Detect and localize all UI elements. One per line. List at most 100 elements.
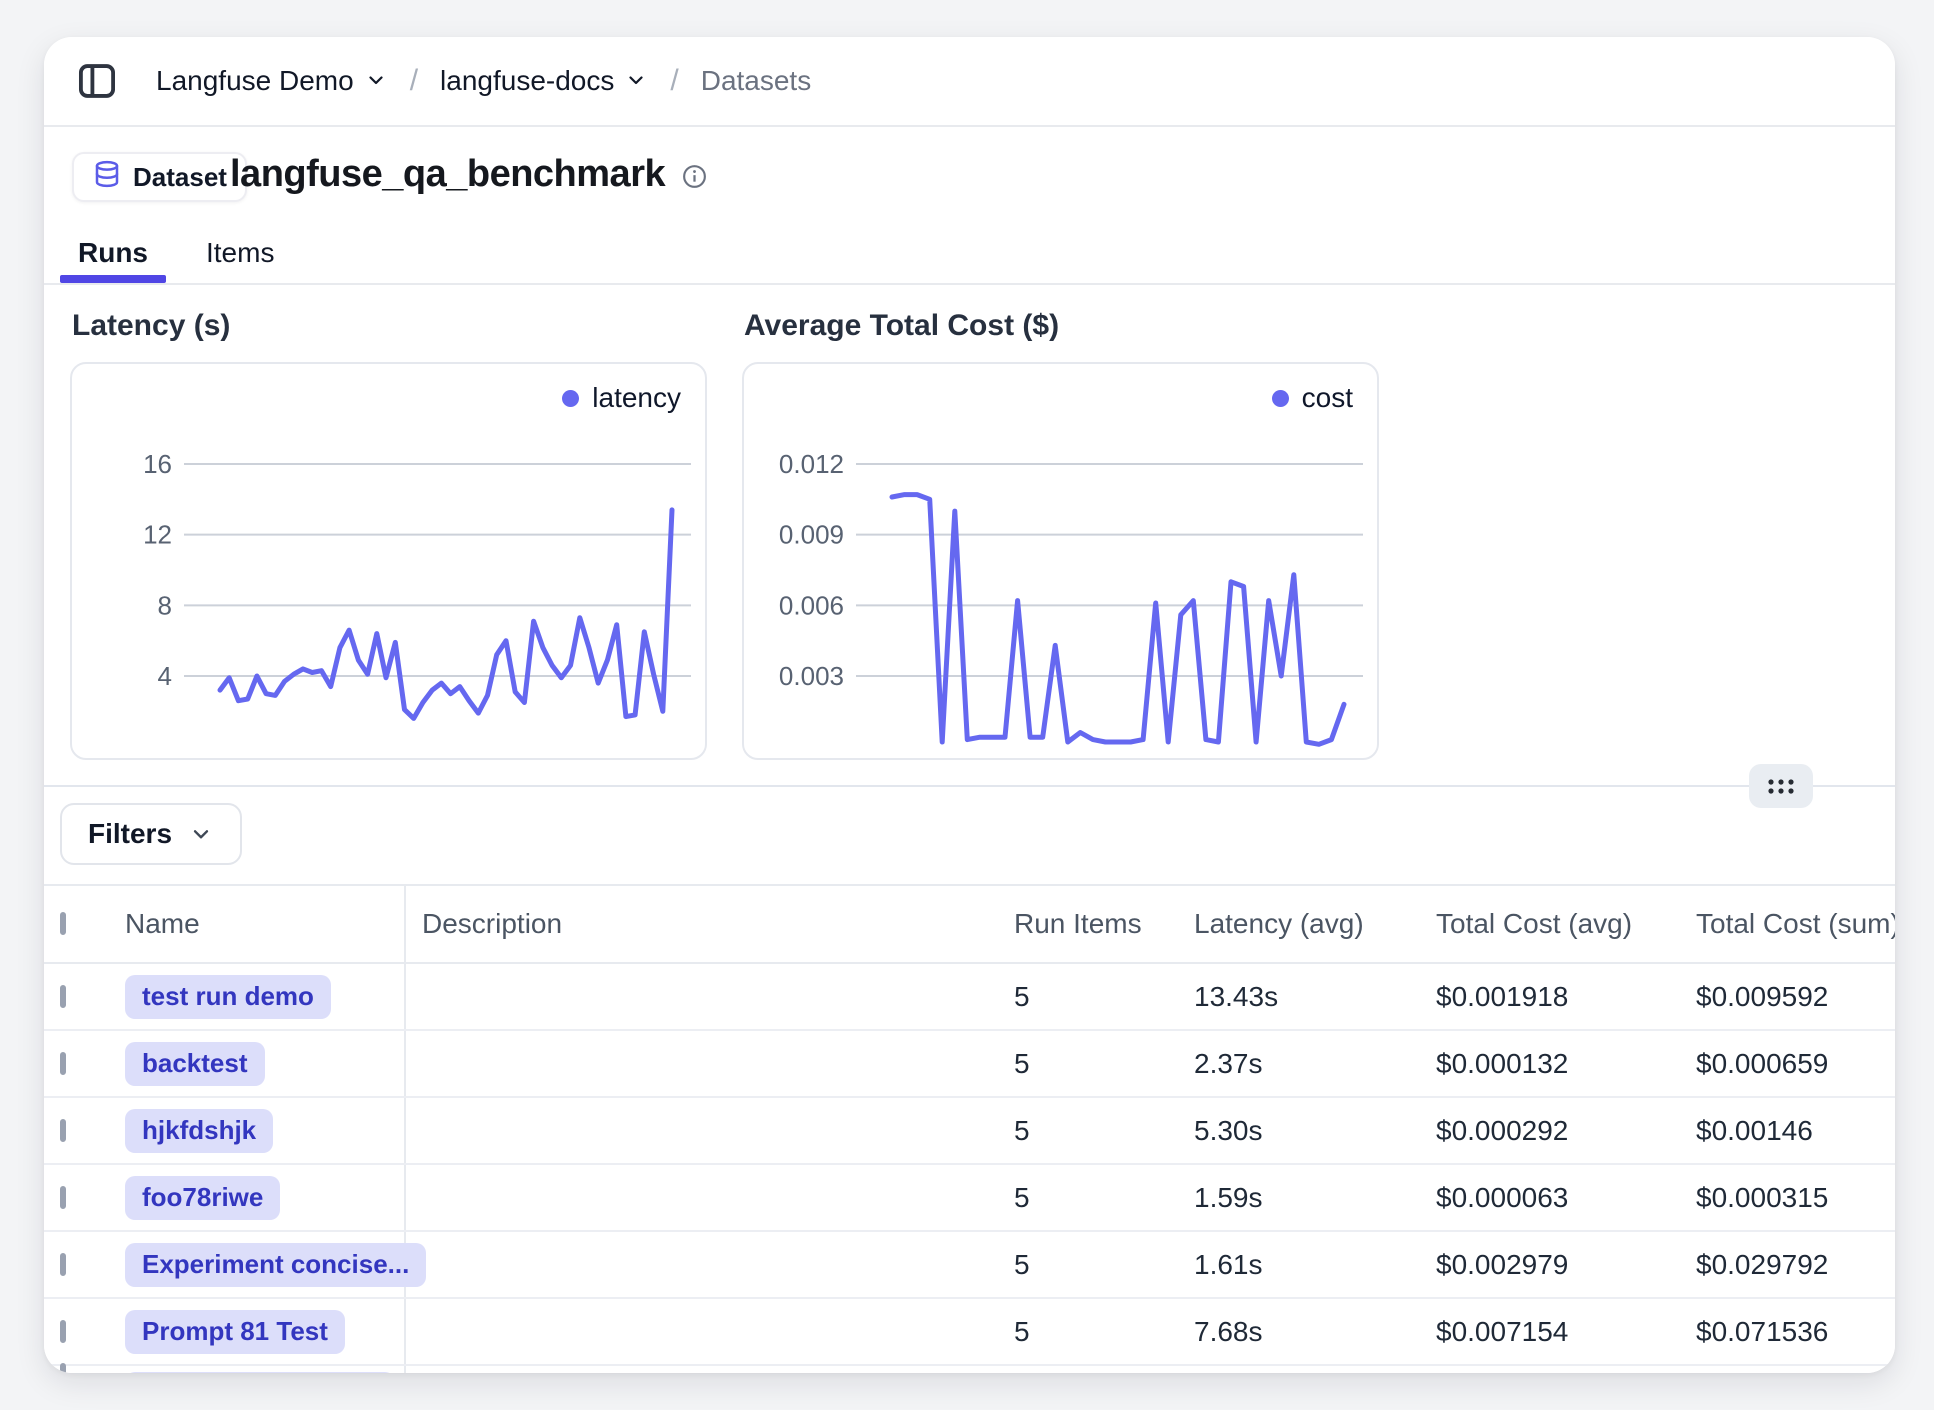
cell-total-cost-sum: $0.071536: [1682, 1316, 1895, 1348]
column-header-latency-avg: Latency (avg): [1180, 908, 1422, 940]
main-card: Langfuse Demo / langfuse-docs / Datasets: [44, 37, 1895, 1373]
svg-text:16: 16: [143, 449, 172, 479]
svg-text:0.003: 0.003: [779, 661, 844, 691]
cost-line-plot: 0.003 0.006 0.009 0.012: [744, 364, 1377, 758]
filters-button[interactable]: Filters: [60, 803, 242, 865]
cost-chart: 0.003 0.006 0.009 0.012 cost: [742, 362, 1379, 760]
column-header-total-cost-sum: Total Cost (sum): [1682, 908, 1895, 940]
table-row: test run demo 5 13.43s $0.001918 $0.0095…: [44, 964, 1895, 1031]
dataset-name: langfuse_qa_benchmark: [230, 153, 665, 196]
column-header-total-cost-avg: Total Cost (avg): [1422, 908, 1682, 940]
select-all-checkbox[interactable]: [60, 912, 66, 935]
run-name-badge[interactable]: foo78riwe: [125, 1176, 280, 1220]
legend-dot: [562, 390, 579, 407]
row-checkbox[interactable]: [60, 1119, 66, 1142]
svg-text:4: 4: [158, 661, 172, 691]
cell-total-cost-sum: $0.000315: [1682, 1182, 1895, 1214]
run-name-badge[interactable]: [125, 1372, 395, 1373]
cell-latency-avg: 2.37s: [1180, 1048, 1422, 1080]
cell-latency-avg: 1.59s: [1180, 1182, 1422, 1214]
cell-total-cost-avg: $0.002979: [1422, 1249, 1682, 1281]
cell-total-cost-sum: $0.000659: [1682, 1048, 1895, 1080]
cell-total-cost-sum: $0.029792: [1682, 1249, 1895, 1281]
tab-list: Runs Items: [60, 229, 292, 283]
info-icon[interactable]: [681, 163, 708, 190]
runs-table: Name Description Run Items Latency (avg)…: [44, 884, 1895, 1373]
svg-text:8: 8: [158, 590, 172, 620]
breadcrumb: Langfuse Demo / langfuse-docs / Datasets: [156, 63, 811, 99]
svg-text:0.012: 0.012: [779, 449, 844, 479]
breadcrumb-separator: /: [402, 64, 426, 98]
tabs-divider: [44, 283, 1895, 285]
section-divider: [44, 785, 1895, 787]
tab-items[interactable]: Items: [188, 229, 292, 283]
latency-chart-title: Latency (s): [72, 309, 230, 343]
chevron-down-icon: [364, 67, 388, 99]
column-header-run-items: Run Items: [998, 908, 1180, 940]
latency-legend: latency: [562, 382, 681, 414]
svg-text:0.006: 0.006: [779, 590, 844, 620]
tab-runs[interactable]: Runs: [60, 229, 166, 283]
table-row: Prompt 81 Test 5 7.68s $0.007154 $0.0715…: [44, 1299, 1895, 1366]
cell-run-items: 5: [998, 1182, 1180, 1214]
table-row: hjkfdshjk 5 5.30s $0.000292 $0.00146: [44, 1098, 1895, 1165]
breadcrumb-section[interactable]: Datasets: [701, 65, 812, 97]
row-checkbox[interactable]: [60, 1320, 66, 1343]
svg-text:0.009: 0.009: [779, 520, 844, 550]
column-header-description: Description: [406, 908, 998, 940]
grip-dots-icon: [1764, 774, 1798, 798]
breadcrumb-org-label: Langfuse Demo: [156, 65, 354, 97]
cell-total-cost-avg: $0.000063: [1422, 1182, 1682, 1214]
cell-total-cost-sum: $0.009592: [1682, 981, 1895, 1013]
cost-legend: cost: [1272, 382, 1353, 414]
table-header-row: Name Description Run Items Latency (avg)…: [44, 886, 1895, 964]
legend-label: latency: [592, 382, 681, 414]
latency-line-plot: 4 8 12 16: [72, 364, 705, 758]
cost-chart-title: Average Total Cost ($): [744, 309, 1059, 343]
resize-drag-handle[interactable]: [1749, 764, 1813, 808]
run-name-badge[interactable]: test run demo: [125, 975, 331, 1019]
cell-total-cost-sum: $0.00146: [1682, 1115, 1895, 1147]
chevron-down-icon: [188, 821, 214, 847]
top-bar: Langfuse Demo / langfuse-docs / Datasets: [44, 37, 1895, 127]
latency-chart: 4 8 12 16 latency: [70, 362, 707, 760]
column-header-name: Name: [110, 886, 406, 962]
table-row: backtest 5 2.37s $0.000132 $0.000659: [44, 1031, 1895, 1098]
row-checkbox[interactable]: [60, 1186, 66, 1209]
run-name-badge[interactable]: hjkfdshjk: [125, 1109, 273, 1153]
cell-run-items: 5: [998, 1249, 1180, 1281]
page-title: langfuse_qa_benchmark: [230, 153, 708, 196]
sidebar-toggle-icon[interactable]: [74, 58, 120, 104]
svg-text:12: 12: [143, 520, 172, 550]
row-checkbox[interactable]: [60, 1253, 66, 1276]
breadcrumb-separator: /: [662, 64, 686, 98]
row-checkbox[interactable]: [60, 1052, 66, 1075]
cell-total-cost-avg: $0.001918: [1422, 981, 1682, 1013]
cell-total-cost-avg: $0.000132: [1422, 1048, 1682, 1080]
cell-latency-avg: 7.68s: [1180, 1316, 1422, 1348]
breadcrumb-project[interactable]: langfuse-docs: [440, 63, 648, 99]
dataset-type-label: Dataset: [133, 162, 227, 193]
cell-run-items: 5: [998, 981, 1180, 1013]
cell-latency-avg: 5.30s: [1180, 1115, 1422, 1147]
table-body: test run demo 5 13.43s $0.001918 $0.0095…: [44, 964, 1895, 1373]
legend-dot: [1272, 390, 1289, 407]
row-checkbox[interactable]: [60, 985, 66, 1008]
cell-latency-avg: 1.61s: [1180, 1249, 1422, 1281]
row-checkbox[interactable]: [60, 1363, 66, 1373]
table-row: foo78riwe 5 1.59s $0.000063 $0.000315: [44, 1165, 1895, 1232]
cell-run-items: 5: [998, 1115, 1180, 1147]
cell-total-cost-avg: $0.000292: [1422, 1115, 1682, 1147]
run-name-badge[interactable]: Prompt 81 Test: [125, 1310, 345, 1354]
dataset-type-badge: Dataset: [72, 152, 247, 202]
cell-total-cost-avg: $0.007154: [1422, 1316, 1682, 1348]
breadcrumb-org[interactable]: Langfuse Demo: [156, 63, 388, 99]
run-name-badge[interactable]: backtest: [125, 1042, 265, 1086]
run-name-badge[interactable]: Experiment concise...: [125, 1243, 426, 1287]
cell-run-items: 5: [998, 1316, 1180, 1348]
database-icon: [92, 159, 122, 196]
cell-run-items: 5: [998, 1048, 1180, 1080]
breadcrumb-project-label: langfuse-docs: [440, 65, 614, 97]
table-row: [44, 1366, 1895, 1373]
filters-label: Filters: [88, 818, 172, 850]
